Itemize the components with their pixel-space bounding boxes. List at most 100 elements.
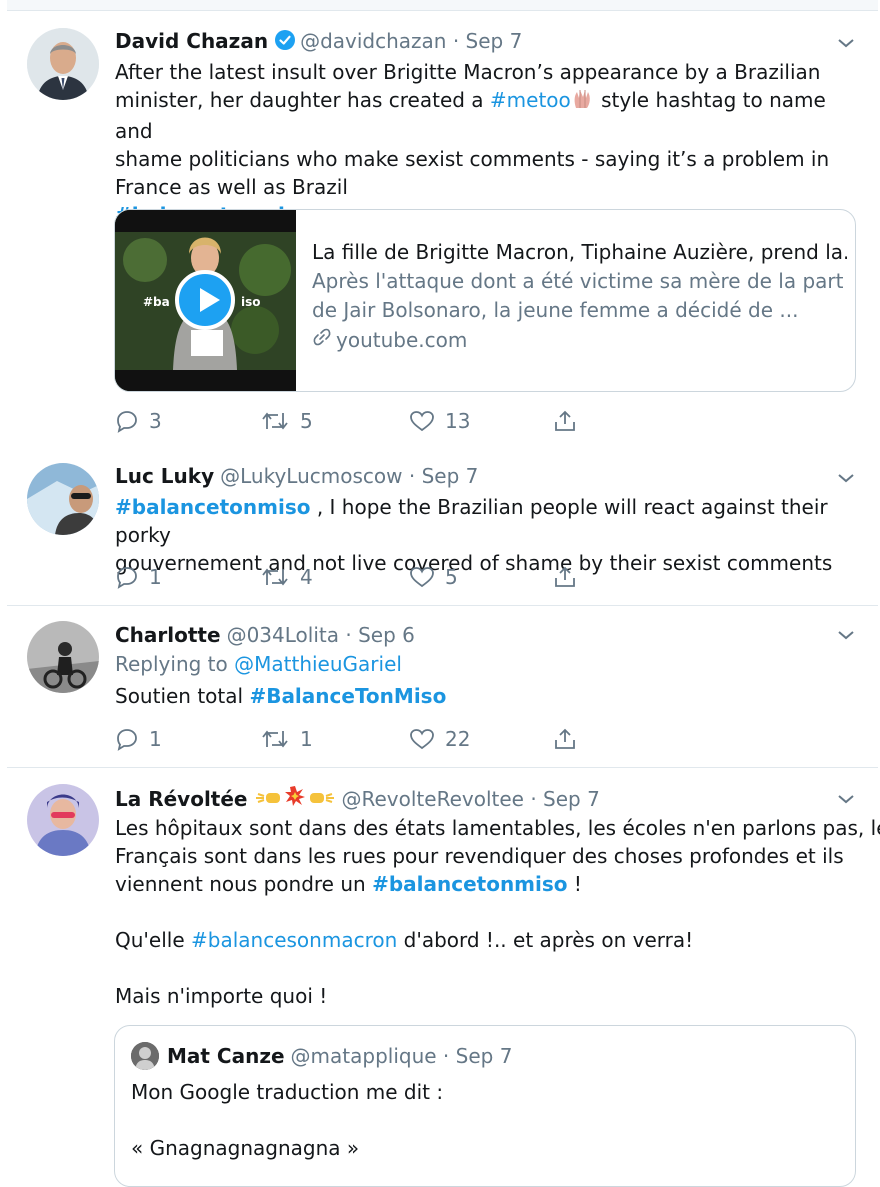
timestamp[interactable]: Sep 7 [422, 464, 479, 488]
like-button[interactable]: 13 [409, 407, 470, 435]
tweet[interactable]: Luc Luky @LukyLucmoscow · Sep 7 #balancet… [7, 447, 878, 606]
tweet-text: Replying to @MatthieuGariel Soutien tota… [115, 650, 860, 710]
play-icon[interactable] [175, 270, 235, 330]
svg-text:#ba: #ba [143, 295, 170, 309]
quoted-tweet-header: Mat Canze @matapplique · Sep 7 [131, 1042, 512, 1070]
chevron-down-icon[interactable] [836, 628, 856, 642]
tweet-header: Luc Luky @LukyLucmoscow · Sep 7 [115, 463, 478, 489]
quoted-handle[interactable]: @matapplique [291, 1043, 437, 1069]
chevron-down-icon[interactable] [836, 36, 856, 50]
display-name[interactable]: David Chazan [115, 29, 268, 53]
card-description-line: Après l'attaque dont a été victime sa mè… [312, 269, 844, 293]
reply-icon [117, 567, 137, 589]
avatar[interactable] [27, 784, 99, 856]
like-count: 13 [445, 409, 471, 433]
retweet-icon [262, 568, 288, 586]
tweet-text: Les hôpitaux sont dans des états lamenta… [115, 814, 880, 1010]
separator-dot: · [446, 29, 466, 53]
tweet[interactable]: David Chazan @davidchazan · Sep 7 After t… [7, 10, 878, 448]
like-button[interactable]: 5 [409, 563, 458, 591]
retweet-button[interactable]: 1 [260, 725, 313, 753]
reply-count: 1 [149, 565, 162, 589]
handle[interactable]: @RevolteRevoltee [342, 786, 524, 812]
tweet[interactable]: La Révoltée @RevolteRevoltee · Sep 7 Les… [7, 768, 880, 1187]
tweet-header: David Chazan @davidchazan · Sep 7 [115, 28, 522, 57]
raised-hand-emoji-icon [571, 88, 595, 117]
display-name[interactable]: La Révoltée [115, 786, 248, 812]
handle[interactable]: @LukyLucmoscow [220, 464, 402, 488]
reply-count: 1 [149, 727, 162, 751]
replying-to-link[interactable]: @MatthieuGariel [234, 652, 402, 676]
share-button[interactable] [553, 407, 577, 435]
replying-to-label: Replying to [115, 652, 235, 676]
retweet-count: 1 [300, 727, 313, 751]
card-domain: youtube.com [312, 326, 847, 355]
like-count: 22 [445, 727, 471, 751]
tweet-text: After the latest insult over Brigitte Ma… [115, 58, 860, 229]
like-icon [410, 567, 434, 588]
reply-icon [117, 411, 137, 433]
hashtag-link[interactable]: #metoo [490, 88, 571, 112]
hashtag-link[interactable]: #balancetonmiso [115, 495, 310, 519]
link-preview-card[interactable]: #ba iso La fille de Brigitte Macron, Tip… [114, 209, 856, 392]
tweet-header: La Révoltée @RevolteRevoltee · Sep 7 [115, 785, 600, 813]
share-button[interactable] [553, 563, 577, 591]
text-line: d'abord !.. et après on verra! [397, 928, 694, 952]
reply-button[interactable]: 3 [115, 407, 162, 435]
display-name[interactable]: Charlotte [115, 623, 221, 647]
separator-dot: · [523, 787, 544, 811]
verified-badge-icon [274, 29, 296, 57]
video-thumbnail[interactable]: #ba iso [115, 210, 296, 391]
timeline-feed: David Chazan @davidchazan · Sep 7 After t… [7, 0, 880, 1187]
hashtag-link[interactable]: #balancetonmiso [372, 872, 567, 896]
tweet[interactable]: Charlotte @034Lolita · Sep 6 Replying to … [7, 606, 878, 768]
timestamp[interactable]: Sep 7 [466, 29, 523, 53]
retweet-icon [262, 412, 288, 430]
chevron-down-icon[interactable] [836, 471, 856, 485]
text-line: Qu'elle [115, 928, 191, 952]
quoted-avatar[interactable] [131, 1042, 159, 1070]
text-line: Les hôpitaux sont dans des états lamenta… [115, 816, 880, 840]
display-name[interactable]: Luc Luky [115, 464, 214, 488]
avatar[interactable] [27, 621, 99, 693]
timestamp[interactable]: Sep 6 [358, 623, 415, 647]
reply-icon [117, 729, 137, 751]
handle[interactable]: @davidchazan [300, 29, 446, 53]
link-icon [312, 326, 332, 355]
retweet-button[interactable]: 4 [260, 563, 313, 591]
share-button[interactable] [553, 725, 577, 753]
card-text: La fille de Brigitte Macron, Tiphaine Au… [312, 238, 847, 355]
text-line: Français sont dans les rues pour revendi… [115, 844, 844, 868]
quoted-display-name[interactable]: Mat Canze [167, 1043, 285, 1069]
like-count: 5 [445, 565, 458, 589]
text-line: shame politicians who make sexist commen… [115, 147, 830, 171]
emoji-collision-icon [284, 785, 306, 813]
quoted-timestamp[interactable]: Sep 7 [456, 1043, 513, 1069]
reply-button[interactable]: 1 [115, 725, 162, 753]
avatar[interactable] [27, 28, 99, 100]
avatar[interactable] [27, 463, 99, 535]
card-description-line: de Jair Bolsonaro, la jeune femme a déci… [312, 298, 799, 322]
share-icon [555, 410, 575, 431]
handle[interactable]: @034Lolita [227, 623, 339, 647]
like-button[interactable]: 22 [409, 725, 470, 753]
hashtag-link[interactable]: #balancesonmacron [191, 928, 397, 952]
text-line: France as well as Brazil [115, 175, 348, 199]
tweet-header: Charlotte @034Lolita · Sep 6 [115, 622, 415, 648]
retweet-count: 5 [300, 409, 313, 433]
text-line: ! [567, 872, 582, 896]
reply-count: 3 [149, 409, 162, 433]
text-line: « Gnagnagnagnagna » [131, 1136, 360, 1160]
like-icon [410, 729, 434, 750]
retweet-button[interactable]: 5 [260, 407, 313, 435]
hashtag-link[interactable]: #BalanceTonMiso [249, 684, 446, 708]
chevron-down-icon[interactable] [836, 792, 856, 806]
card-domain-text: youtube.com [336, 328, 468, 352]
separator-dot: · [402, 464, 422, 488]
timestamp[interactable]: Sep 7 [543, 786, 600, 812]
emoji-punch-icon [308, 786, 336, 812]
tweet-text: #balancetonmiso , I hope the Brazilian p… [115, 493, 860, 577]
quoted-tweet[interactable]: Mat Canze @matapplique · Sep 7 Mon Google… [114, 1025, 856, 1187]
reply-button[interactable]: 1 [115, 563, 162, 591]
share-icon [555, 566, 575, 587]
